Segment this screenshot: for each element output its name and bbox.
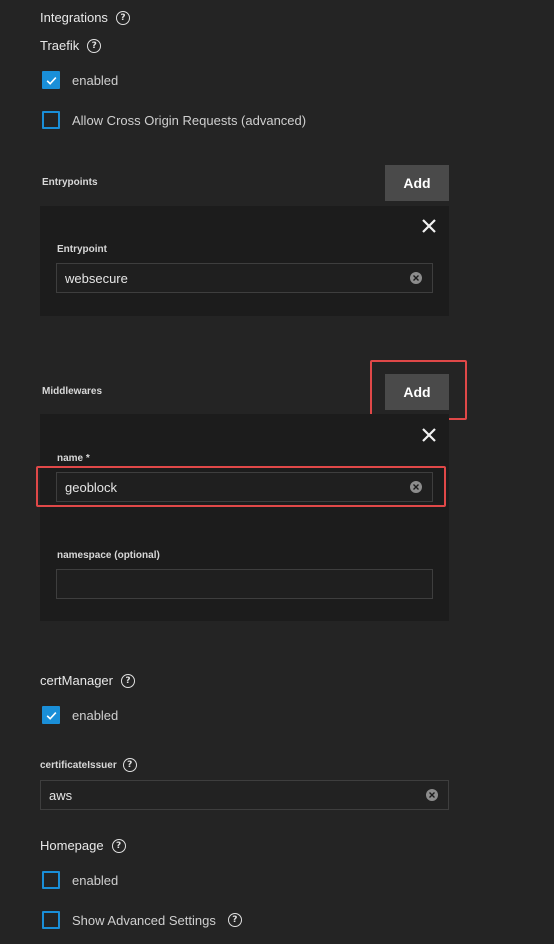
checkbox-checked-icon[interactable]: [42, 706, 60, 724]
help-icon[interactable]: ?: [122, 758, 137, 772]
advanced-settings-checkbox[interactable]: Show Advanced Settings ?: [42, 911, 242, 929]
middleware-namespace-label: namespace (optional): [57, 550, 160, 561]
entrypoint-input[interactable]: websecure: [56, 263, 433, 293]
entrypoints-add-button[interactable]: Add: [385, 165, 449, 201]
checkbox-checked-icon[interactable]: [42, 71, 60, 89]
close-icon[interactable]: [421, 218, 437, 234]
help-icon[interactable]: ?: [111, 838, 126, 853]
integrations-heading: Integrations ?: [40, 10, 130, 25]
middleware-item-panel: name * geoblock namespace (optional): [40, 414, 449, 621]
close-icon[interactable]: [421, 427, 437, 443]
traefik-heading: Traefik ?: [40, 38, 102, 53]
middlewares-label: Middlewares: [42, 386, 103, 397]
traefik-enabled-checkbox[interactable]: enabled: [42, 71, 118, 89]
certmanager-enabled-checkbox[interactable]: enabled: [42, 706, 118, 724]
entrypoints-label: Entrypoints: [42, 177, 98, 188]
certificate-issuer-label: certificateIssuer: [40, 759, 117, 771]
clear-icon[interactable]: [426, 789, 438, 801]
help-icon[interactable]: ?: [120, 673, 135, 688]
homepage-enabled-label: enabled: [72, 872, 119, 888]
advanced-settings-label: Show Advanced Settings: [72, 912, 216, 928]
homepage-heading: Homepage ?: [40, 838, 126, 853]
clear-icon[interactable]: [410, 272, 422, 284]
middlewares-add-button[interactable]: Add: [385, 374, 449, 410]
certmanager-heading: certManager ?: [40, 673, 135, 688]
certificate-issuer-heading: certificateIssuer ?: [40, 758, 137, 772]
traefik-enabled-label: enabled: [72, 72, 119, 88]
certificate-issuer-input[interactable]: aws: [40, 780, 449, 810]
checkbox-unchecked-icon[interactable]: [42, 911, 60, 929]
entrypoint-item-panel: Entrypoint websecure: [40, 206, 449, 316]
certmanager-title: certManager: [40, 673, 113, 688]
homepage-enabled-checkbox[interactable]: enabled: [42, 871, 118, 889]
entrypoint-input-value: websecure: [65, 270, 128, 286]
entrypoint-field-label: Entrypoint: [57, 244, 107, 255]
homepage-title: Homepage: [40, 838, 104, 853]
certificate-issuer-value: aws: [49, 787, 73, 803]
help-icon[interactable]: ?: [87, 38, 102, 53]
checkbox-unchecked-icon[interactable]: [42, 871, 60, 889]
middleware-namespace-input[interactable]: [56, 569, 433, 599]
middleware-name-label: name *: [57, 453, 90, 464]
cors-checkbox[interactable]: Allow Cross Origin Requests (advanced): [42, 111, 306, 129]
integrations-title: Integrations: [40, 10, 108, 25]
help-icon[interactable]: ?: [115, 10, 130, 25]
cors-label: Allow Cross Origin Requests (advanced): [72, 112, 307, 128]
name-field-highlight: [36, 466, 446, 507]
traefik-title: Traefik: [40, 38, 80, 53]
certmanager-enabled-label: enabled: [72, 707, 119, 723]
checkbox-unchecked-icon[interactable]: [42, 111, 60, 129]
help-icon[interactable]: ?: [227, 913, 242, 927]
